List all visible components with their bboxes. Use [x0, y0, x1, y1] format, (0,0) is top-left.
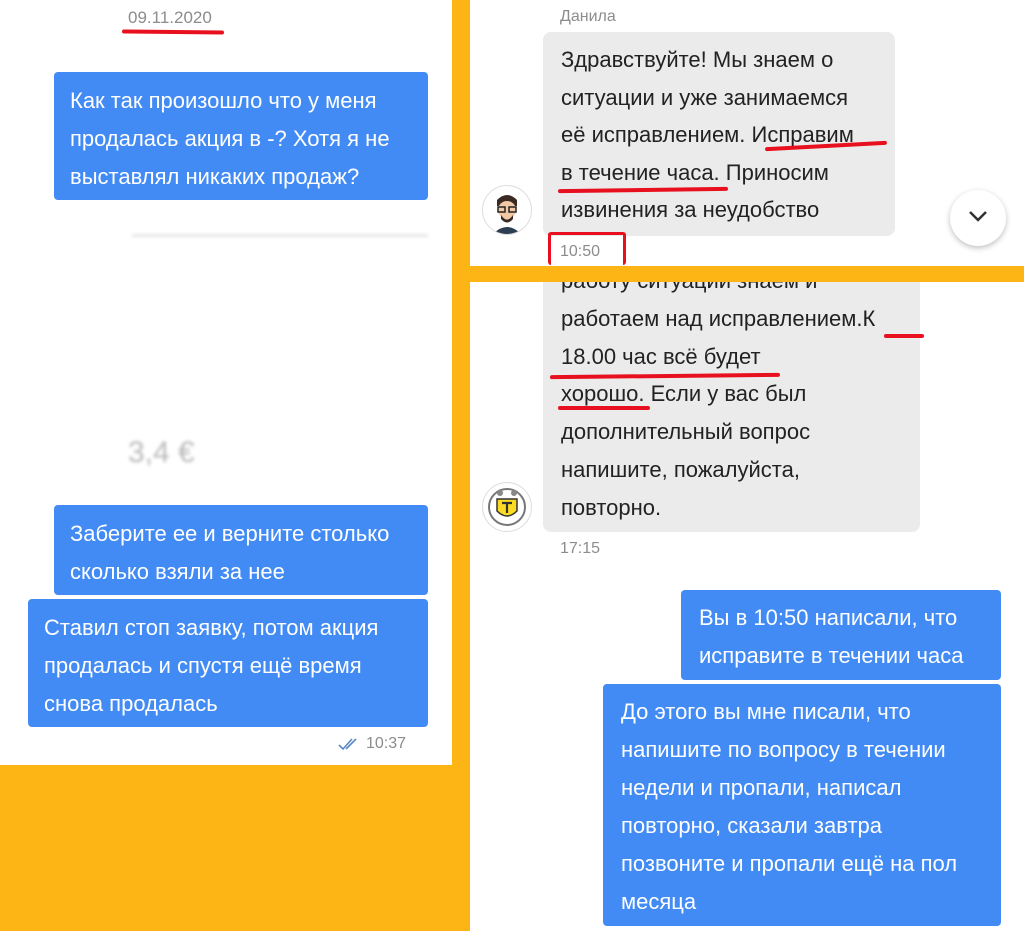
message-line: работу ситуации знаем и: [561, 282, 902, 300]
message-line: в течение часа. Приносим: [561, 159, 829, 185]
message-line: извинения за неудобство: [561, 197, 820, 223]
message-line: её исправлением. Исправим: [561, 122, 854, 148]
incoming-message[interactable]: Здравствуйте! Мы знаем о ситуации и уже …: [543, 32, 895, 236]
message-date: 09.11.2020: [128, 8, 212, 27]
annotation-underline: [884, 334, 924, 338]
outgoing-message[interactable]: Как так произошло что у меня продалась а…: [54, 72, 428, 200]
blurred-price: 3,4 €: [128, 436, 195, 469]
chevron-down-icon: [968, 209, 988, 227]
agent-avatar-icon: [482, 185, 532, 235]
message-line: 18.00 час всё будет: [561, 343, 761, 369]
left-chat-panel: 09.11.2020 Как так произошло что у меня …: [0, 0, 452, 765]
outgoing-message[interactable]: До этого вы мне писали, что напишите по …: [603, 684, 1001, 926]
message-line: работаем над исправлением.К: [561, 305, 876, 331]
outgoing-message[interactable]: Вы в 10:50 написали, что исправите в теч…: [681, 590, 1001, 680]
message-line: дополнительный вопрос: [561, 419, 811, 445]
message-line: Здравствуйте! Мы знаем о: [561, 47, 834, 72]
message-status: 10:37: [338, 734, 406, 754]
divider: [132, 234, 428, 237]
bottom-right-chat-panel: работу ситуации знаем и работаем над исп…: [470, 282, 1024, 931]
scroll-down-button[interactable]: [950, 190, 1006, 246]
outgoing-message[interactable]: Ставил стоп заявку, потом акция продалас…: [28, 599, 428, 727]
bank-logo-icon: [482, 482, 532, 532]
double-check-icon: [338, 737, 362, 751]
top-right-chat-panel: Данила Здравствуйте! Мы знаем о ситуации…: [470, 0, 1024, 266]
message-time: 10:37: [366, 735, 407, 752]
message-line: напишите, пожалуйста,: [561, 456, 800, 482]
message-time: 17:15: [560, 540, 601, 557]
message-line: повторно.: [561, 494, 662, 520]
sender-name: Данила: [560, 8, 616, 25]
message-line: ситуации и уже занимаемся: [561, 84, 848, 110]
outgoing-message[interactable]: Заберите ее и верните столько сколько вз…: [54, 505, 428, 595]
message-time: 10:50: [560, 243, 601, 260]
annotation-underline: [121, 29, 225, 35]
blurred-attachment: 3,4 €: [128, 230, 428, 480]
annotation-underline: [558, 406, 650, 410]
